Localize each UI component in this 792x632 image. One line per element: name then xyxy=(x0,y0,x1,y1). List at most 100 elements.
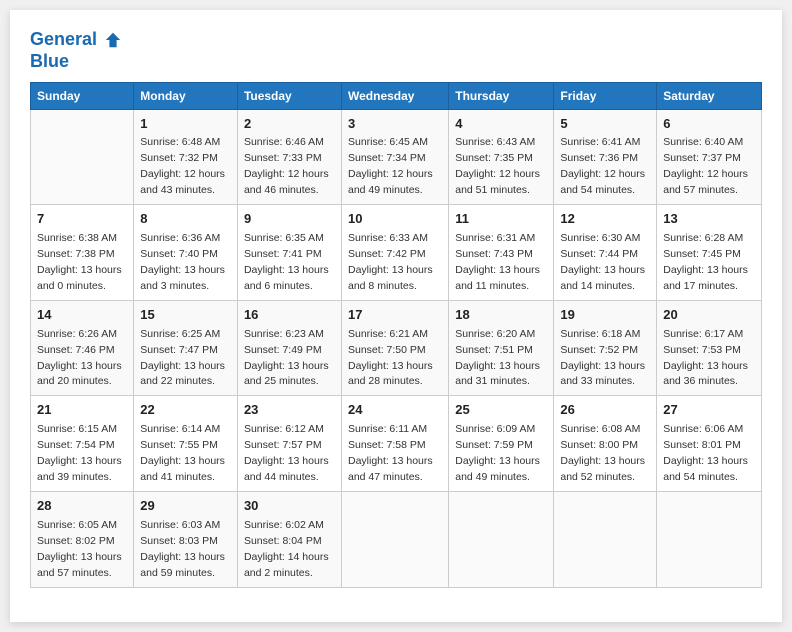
day-number: 10 xyxy=(348,210,442,229)
day-number: 22 xyxy=(140,401,231,420)
day-info: Sunrise: 6:05 AMSunset: 8:02 PMDaylight:… xyxy=(37,519,122,579)
day-number: 1 xyxy=(140,115,231,134)
day-info: Sunrise: 6:36 AMSunset: 7:40 PMDaylight:… xyxy=(140,232,225,292)
day-cell: 19 Sunrise: 6:18 AMSunset: 7:52 PMDaylig… xyxy=(554,300,657,396)
weekday-header-thursday: Thursday xyxy=(449,82,554,109)
header: General Blue xyxy=(30,30,762,72)
day-cell xyxy=(554,491,657,587)
day-number: 12 xyxy=(560,210,650,229)
logo-general: General xyxy=(30,29,97,49)
day-cell xyxy=(657,491,762,587)
day-cell: 23 Sunrise: 6:12 AMSunset: 7:57 PMDaylig… xyxy=(237,396,341,492)
day-info: Sunrise: 6:46 AMSunset: 7:33 PMDaylight:… xyxy=(244,136,329,196)
week-row-2: 7 Sunrise: 6:38 AMSunset: 7:38 PMDayligh… xyxy=(31,205,762,301)
day-cell: 21 Sunrise: 6:15 AMSunset: 7:54 PMDaylig… xyxy=(31,396,134,492)
day-number: 11 xyxy=(455,210,547,229)
day-cell: 2 Sunrise: 6:46 AMSunset: 7:33 PMDayligh… xyxy=(237,109,341,205)
weekday-header-wednesday: Wednesday xyxy=(342,82,449,109)
day-cell: 7 Sunrise: 6:38 AMSunset: 7:38 PMDayligh… xyxy=(31,205,134,301)
day-number: 18 xyxy=(455,306,547,325)
day-cell: 25 Sunrise: 6:09 AMSunset: 7:59 PMDaylig… xyxy=(449,396,554,492)
week-row-1: 1 Sunrise: 6:48 AMSunset: 7:32 PMDayligh… xyxy=(31,109,762,205)
day-cell: 10 Sunrise: 6:33 AMSunset: 7:42 PMDaylig… xyxy=(342,205,449,301)
day-number: 6 xyxy=(663,115,755,134)
weekday-header-monday: Monday xyxy=(134,82,238,109)
week-row-3: 14 Sunrise: 6:26 AMSunset: 7:46 PMDaylig… xyxy=(31,300,762,396)
day-cell: 14 Sunrise: 6:26 AMSunset: 7:46 PMDaylig… xyxy=(31,300,134,396)
day-cell: 27 Sunrise: 6:06 AMSunset: 8:01 PMDaylig… xyxy=(657,396,762,492)
day-cell: 9 Sunrise: 6:35 AMSunset: 7:41 PMDayligh… xyxy=(237,205,341,301)
day-number: 2 xyxy=(244,115,335,134)
day-cell: 13 Sunrise: 6:28 AMSunset: 7:45 PMDaylig… xyxy=(657,205,762,301)
day-number: 29 xyxy=(140,497,231,516)
week-row-4: 21 Sunrise: 6:15 AMSunset: 7:54 PMDaylig… xyxy=(31,396,762,492)
day-info: Sunrise: 6:45 AMSunset: 7:34 PMDaylight:… xyxy=(348,136,433,196)
day-cell: 28 Sunrise: 6:05 AMSunset: 8:02 PMDaylig… xyxy=(31,491,134,587)
logo-blue: Blue xyxy=(30,52,69,72)
day-info: Sunrise: 6:09 AMSunset: 7:59 PMDaylight:… xyxy=(455,423,540,483)
day-number: 19 xyxy=(560,306,650,325)
day-info: Sunrise: 6:31 AMSunset: 7:43 PMDaylight:… xyxy=(455,232,540,292)
day-number: 13 xyxy=(663,210,755,229)
day-cell: 15 Sunrise: 6:25 AMSunset: 7:47 PMDaylig… xyxy=(134,300,238,396)
weekday-header-row: SundayMondayTuesdayWednesdayThursdayFrid… xyxy=(31,82,762,109)
day-cell xyxy=(31,109,134,205)
day-cell: 16 Sunrise: 6:23 AMSunset: 7:49 PMDaylig… xyxy=(237,300,341,396)
day-number: 3 xyxy=(348,115,442,134)
day-number: 27 xyxy=(663,401,755,420)
day-info: Sunrise: 6:08 AMSunset: 8:00 PMDaylight:… xyxy=(560,423,645,483)
day-info: Sunrise: 6:43 AMSunset: 7:35 PMDaylight:… xyxy=(455,136,540,196)
day-info: Sunrise: 6:30 AMSunset: 7:44 PMDaylight:… xyxy=(560,232,645,292)
day-cell: 17 Sunrise: 6:21 AMSunset: 7:50 PMDaylig… xyxy=(342,300,449,396)
day-number: 16 xyxy=(244,306,335,325)
weekday-header-tuesday: Tuesday xyxy=(237,82,341,109)
day-number: 26 xyxy=(560,401,650,420)
day-info: Sunrise: 6:35 AMSunset: 7:41 PMDaylight:… xyxy=(244,232,329,292)
day-cell: 22 Sunrise: 6:14 AMSunset: 7:55 PMDaylig… xyxy=(134,396,238,492)
day-cell: 26 Sunrise: 6:08 AMSunset: 8:00 PMDaylig… xyxy=(554,396,657,492)
weekday-header-saturday: Saturday xyxy=(657,82,762,109)
logo: General Blue xyxy=(30,30,122,72)
calendar-table: SundayMondayTuesdayWednesdayThursdayFrid… xyxy=(30,82,762,588)
day-number: 21 xyxy=(37,401,127,420)
day-info: Sunrise: 6:14 AMSunset: 7:55 PMDaylight:… xyxy=(140,423,225,483)
day-info: Sunrise: 6:12 AMSunset: 7:57 PMDaylight:… xyxy=(244,423,329,483)
weekday-header-sunday: Sunday xyxy=(31,82,134,109)
day-cell xyxy=(342,491,449,587)
day-info: Sunrise: 6:17 AMSunset: 7:53 PMDaylight:… xyxy=(663,328,748,388)
day-number: 9 xyxy=(244,210,335,229)
day-info: Sunrise: 6:25 AMSunset: 7:47 PMDaylight:… xyxy=(140,328,225,388)
day-info: Sunrise: 6:38 AMSunset: 7:38 PMDaylight:… xyxy=(37,232,122,292)
day-number: 30 xyxy=(244,497,335,516)
day-cell: 3 Sunrise: 6:45 AMSunset: 7:34 PMDayligh… xyxy=(342,109,449,205)
day-number: 25 xyxy=(455,401,547,420)
day-info: Sunrise: 6:02 AMSunset: 8:04 PMDaylight:… xyxy=(244,519,329,579)
day-cell xyxy=(449,491,554,587)
day-cell: 30 Sunrise: 6:02 AMSunset: 8:04 PMDaylig… xyxy=(237,491,341,587)
day-number: 23 xyxy=(244,401,335,420)
weekday-header-friday: Friday xyxy=(554,82,657,109)
day-number: 20 xyxy=(663,306,755,325)
day-info: Sunrise: 6:26 AMSunset: 7:46 PMDaylight:… xyxy=(37,328,122,388)
calendar-container: General Blue SundayMondayTuesdayWednesda… xyxy=(10,10,782,622)
day-info: Sunrise: 6:40 AMSunset: 7:37 PMDaylight:… xyxy=(663,136,748,196)
day-number: 24 xyxy=(348,401,442,420)
day-info: Sunrise: 6:15 AMSunset: 7:54 PMDaylight:… xyxy=(37,423,122,483)
day-info: Sunrise: 6:21 AMSunset: 7:50 PMDaylight:… xyxy=(348,328,433,388)
day-cell: 1 Sunrise: 6:48 AMSunset: 7:32 PMDayligh… xyxy=(134,109,238,205)
day-cell: 11 Sunrise: 6:31 AMSunset: 7:43 PMDaylig… xyxy=(449,205,554,301)
day-cell: 29 Sunrise: 6:03 AMSunset: 8:03 PMDaylig… xyxy=(134,491,238,587)
day-cell: 12 Sunrise: 6:30 AMSunset: 7:44 PMDaylig… xyxy=(554,205,657,301)
day-info: Sunrise: 6:11 AMSunset: 7:58 PMDaylight:… xyxy=(348,423,433,483)
day-number: 15 xyxy=(140,306,231,325)
day-number: 5 xyxy=(560,115,650,134)
week-row-5: 28 Sunrise: 6:05 AMSunset: 8:02 PMDaylig… xyxy=(31,491,762,587)
day-cell: 24 Sunrise: 6:11 AMSunset: 7:58 PMDaylig… xyxy=(342,396,449,492)
day-info: Sunrise: 6:03 AMSunset: 8:03 PMDaylight:… xyxy=(140,519,225,579)
day-number: 7 xyxy=(37,210,127,229)
logo-text: General xyxy=(30,30,122,50)
day-cell: 6 Sunrise: 6:40 AMSunset: 7:37 PMDayligh… xyxy=(657,109,762,205)
day-info: Sunrise: 6:41 AMSunset: 7:36 PMDaylight:… xyxy=(560,136,645,196)
day-info: Sunrise: 6:48 AMSunset: 7:32 PMDaylight:… xyxy=(140,136,225,196)
day-number: 28 xyxy=(37,497,127,516)
